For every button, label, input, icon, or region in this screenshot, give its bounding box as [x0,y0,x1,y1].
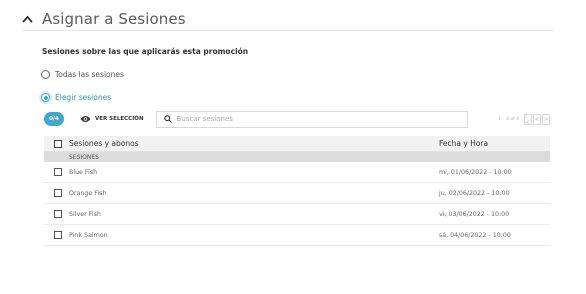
select-all-checkbox[interactable] [54,139,62,148]
column-header-date: Fecha y Hora [439,139,489,148]
previous-page-button[interactable]: < [533,113,541,125]
row-checkbox[interactable] [54,168,62,176]
pagination: 1 – 4 of 4 |< < > [498,112,550,126]
search-icon [163,115,172,123]
session-name: Pink Salmon [69,231,108,239]
radio-button[interactable] [41,70,50,79]
column-header-sessions: Sesiones y abonos [69,139,139,148]
radio-all-sessions[interactable]: Todas las sesiones [41,70,124,79]
section-header[interactable]: Asignar a Sesiones [22,8,554,31]
table-row[interactable]: Orange Fish ju, 02/06/2022 - 10:00 [44,183,550,204]
first-page-button[interactable]: |< [524,112,532,126]
table-row[interactable]: Blue Fish mi, 01/06/2022 - 10:00 [44,162,550,183]
session-name: Blue Fish [69,168,98,176]
row-checkbox[interactable] [54,231,62,239]
sessions-toolbar: 0/4 VER SELECCIÓN 1 – 4 of 4 |< < > [44,110,550,128]
radio-label: Todas las sesiones [55,70,124,79]
search-input[interactable] [176,115,457,123]
session-name: Silver Fish [69,210,101,218]
eye-icon [80,116,91,122]
promotion-sessions-subtitle: Sesiones sobre las que aplicarás esta pr… [42,47,249,56]
row-checkbox[interactable] [54,189,62,197]
session-date: sá, 04/06/2022 - 10:00 [439,231,511,239]
table-header: Sesiones y abonos Fecha y Hora [44,136,550,152]
session-date: vi, 03/06/2022 - 10:00 [439,210,510,218]
row-checkbox[interactable] [54,210,62,218]
chevron-up-icon[interactable] [22,14,34,24]
table-row[interactable]: Silver Fish vi, 03/06/2022 - 10:00 [44,204,550,225]
radio-button[interactable] [41,93,50,102]
selection-count-badge: 0/4 [44,112,64,126]
radio-choose-sessions[interactable]: Elegir sesiones [41,93,111,102]
pagination-status: 1 – 4 of 4 [498,116,519,122]
view-selection-label: VER SELECCIÓN [95,116,144,122]
session-date: mi, 01/06/2022 - 10:00 [439,168,512,176]
session-name: Orange Fish [69,189,107,197]
radio-label: Elegir sesiones [55,93,112,102]
search-box[interactable] [155,110,468,128]
view-selection-button[interactable]: VER SELECCIÓN [80,115,144,123]
table-row[interactable]: Pink Salmon sá, 04/06/2022 - 10:00 [44,225,550,246]
sessions-table: Sesiones y abonos Fecha y Hora SESIONES … [44,136,550,246]
group-row-sessions: SESIONES [44,152,550,162]
session-date: ju, 02/06/2022 - 10:00 [439,189,510,197]
section-title: Asignar a Sesiones [42,10,186,28]
next-page-button[interactable]: > [542,113,550,125]
